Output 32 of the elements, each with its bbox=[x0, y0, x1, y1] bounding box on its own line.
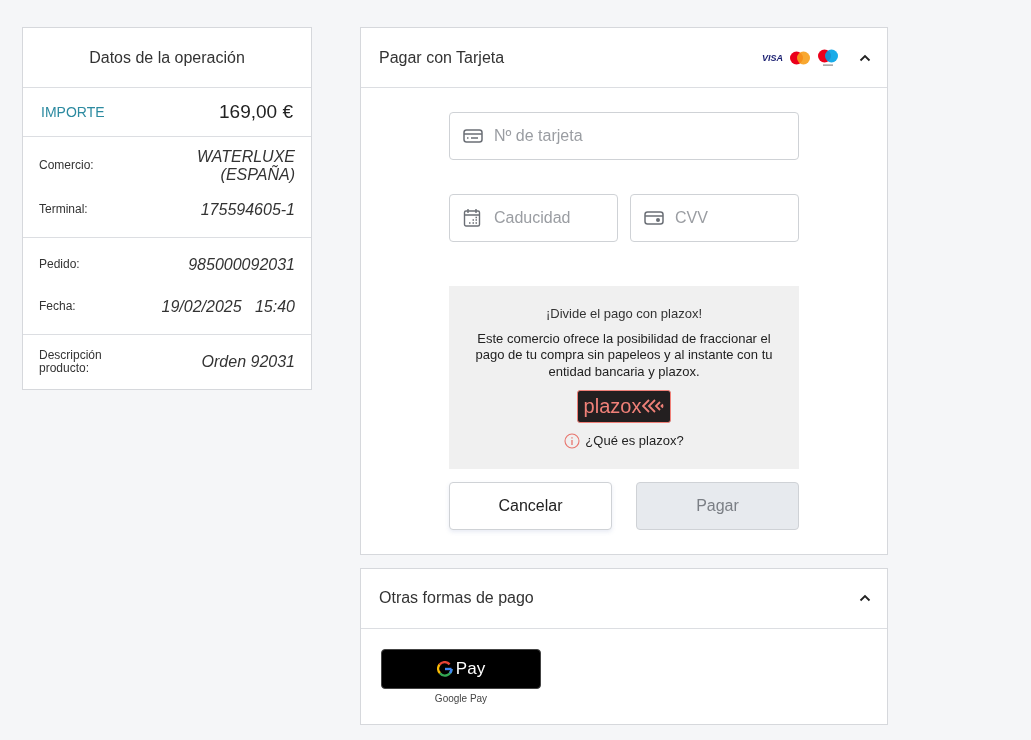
mastercard-logo-icon bbox=[789, 49, 811, 66]
detail-label: Descripción producto: bbox=[39, 348, 103, 376]
panel-title: Otras formas de pago bbox=[379, 589, 534, 608]
promo-text: Este comercio ofrece la posibilidad de fraccionar el pago de tu compra sin papeleos y al instante con tu entidad bancaria y plazox. bbox=[474, 331, 774, 380]
what-is-plazox-link[interactable]: ¿Qué es plazox? bbox=[585, 433, 684, 449]
maestro-logo-icon bbox=[817, 48, 839, 67]
detail-label: Comercio: bbox=[39, 159, 95, 173]
amount-label: IMPORTE bbox=[41, 104, 105, 120]
info-icon bbox=[564, 432, 581, 449]
action-button[interactable]: Cancelar bbox=[449, 481, 612, 530]
chevron-icon[interactable] bbox=[859, 594, 871, 603]
google-pay-caption: Google Pay bbox=[433, 692, 489, 704]
input-field[interactable]: Nº de tarjeta bbox=[449, 112, 799, 160]
visa-logo: VISA bbox=[762, 52, 783, 63]
summary-title: Datos de la operación bbox=[23, 28, 311, 88]
panel-title: Pagar con Tarjeta bbox=[379, 48, 505, 67]
detail-value: 175594605-1 bbox=[200, 201, 295, 219]
detail-value: Orden 92031 bbox=[201, 353, 295, 371]
google-pay-button[interactable]: Pay bbox=[381, 648, 541, 689]
detail-value: WATERLUXE (ESPAÑA) bbox=[195, 148, 295, 184]
detail-value: 19/02/2025 15:40 bbox=[161, 298, 295, 316]
chevron-icon[interactable] bbox=[859, 53, 871, 62]
detail-label: Fecha: bbox=[39, 300, 77, 314]
detail-label: Terminal: bbox=[39, 203, 89, 217]
input-field[interactable]: CVV bbox=[630, 194, 799, 242]
amount-value: 169,00 € bbox=[219, 101, 293, 123]
google-g-logo-icon bbox=[436, 660, 453, 677]
detail-label: Pedido: bbox=[39, 258, 81, 272]
detail-value: 985000092031 bbox=[188, 256, 295, 274]
promo-title: ¡Divide el pago con plazox! bbox=[545, 306, 703, 321]
input-field[interactable]: Caducidad bbox=[449, 194, 618, 242]
plazox-logo: plazox bbox=[576, 389, 672, 423]
